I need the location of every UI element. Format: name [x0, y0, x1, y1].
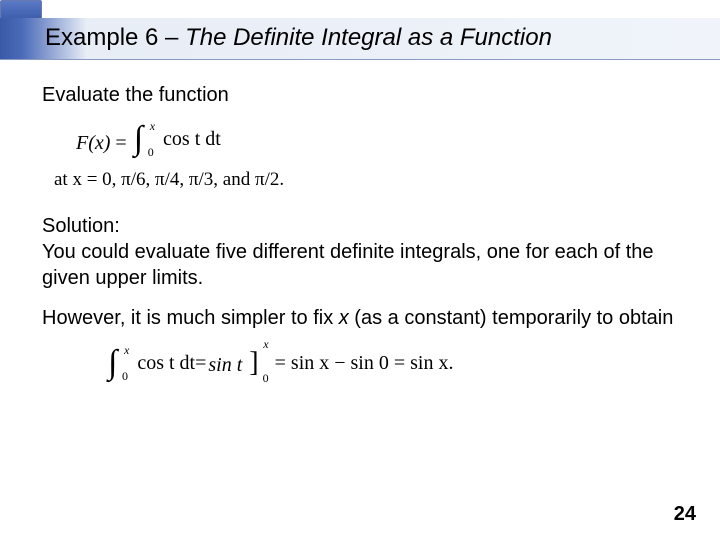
- title-subject: The Definite Integral as a Function: [185, 24, 552, 51]
- title-dash: –: [158, 24, 185, 51]
- integral-symbol: ∫x0: [134, 122, 143, 156]
- int2-upper: x: [124, 344, 129, 356]
- formula-definition: F(x) = ∫x0 cos t dt: [76, 122, 682, 156]
- bracket-upper: x: [263, 337, 268, 353]
- bracket-content: sin t: [208, 354, 242, 376]
- formula-eq: =: [110, 132, 131, 154]
- solution-label: Solution:: [42, 213, 682, 239]
- prompt-text: Evaluate the function: [42, 82, 682, 108]
- bracket-icon: ]: [249, 347, 258, 378]
- formula-solution: ∫x0 cos t dt = sin t ] x 0 = sin x − sin…: [106, 345, 682, 381]
- para2-part-b: (as a constant) temporarily to obtain: [349, 307, 674, 329]
- eq1: =: [195, 350, 206, 376]
- content-area: Evaluate the function F(x) = ∫x0 cos t d…: [42, 82, 682, 381]
- int-lower: 0: [148, 146, 154, 158]
- para2-x: x: [339, 307, 349, 329]
- para2-part-a: However, it is much simpler to fix: [42, 307, 339, 329]
- int2-lower: 0: [122, 370, 128, 382]
- formula-lhs: F(x): [76, 132, 110, 154]
- bracket-lower: 0: [263, 371, 269, 387]
- page-number: 24: [674, 503, 696, 526]
- bracket-eval: sin t ] x 0: [208, 345, 258, 381]
- integrand-2: cos t dt: [137, 350, 195, 376]
- solution-para2: However, it is much simpler to fix x (as…: [42, 305, 682, 331]
- integral-symbol-2: ∫x0: [108, 346, 117, 380]
- int-upper: x: [150, 120, 155, 132]
- evaluation-points: at x = 0, π/6, π/4, π/3, and π/2.: [54, 168, 682, 193]
- title-example: Example 6: [45, 24, 158, 51]
- solution-para1: You could evaluate five different defini…: [42, 239, 682, 291]
- eq2: = sin x − sin 0 = sin x.: [275, 350, 454, 376]
- slide-title: Example 6 – The Definite Integral as a F…: [45, 24, 552, 52]
- integral-expr: ∫x0 cos t dt: [132, 122, 221, 156]
- integrand: cos t dt: [163, 126, 221, 152]
